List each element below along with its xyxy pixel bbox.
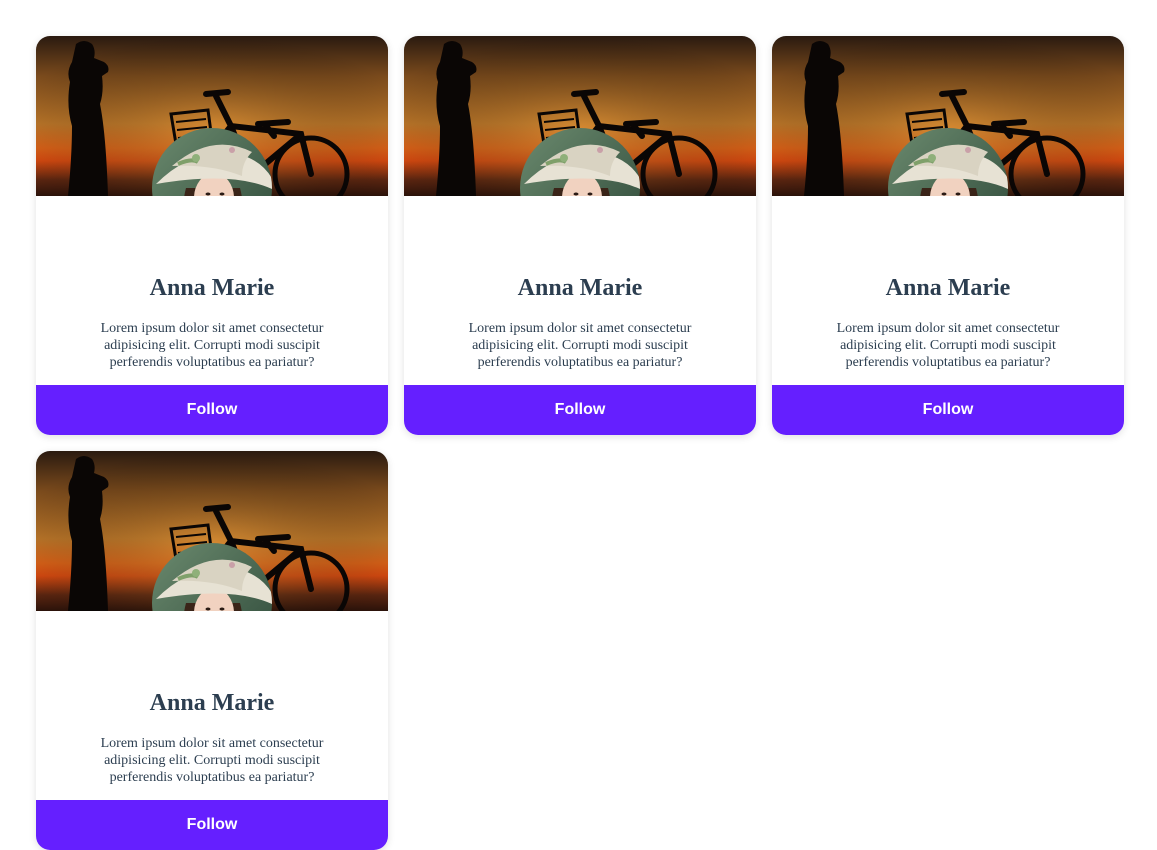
- cover-image: [36, 451, 388, 611]
- profile-card-grid: Anna Marie Lorem ipsum dolor sit amet co…: [36, 36, 1124, 850]
- profile-card: Anna Marie Lorem ipsum dolor sit amet co…: [404, 36, 756, 435]
- profile-card: Anna Marie Lorem ipsum dolor sit amet co…: [36, 451, 388, 850]
- profile-name: Anna Marie: [149, 690, 275, 716]
- profile-name: Anna Marie: [885, 275, 1011, 301]
- follow-button[interactable]: Follow: [36, 800, 388, 850]
- profile-card: Anna Marie Lorem ipsum dolor sit amet co…: [772, 36, 1124, 435]
- profile-description: Lorem ipsum dolor sit amet consectetur a…: [100, 736, 324, 785]
- profile-name: Anna Marie: [149, 275, 275, 301]
- profile-description: Lorem ipsum dolor sit amet consectetur a…: [836, 321, 1060, 370]
- follow-button[interactable]: Follow: [772, 385, 1124, 435]
- follow-button[interactable]: Follow: [36, 385, 388, 435]
- profile-description: Lorem ipsum dolor sit amet consectetur a…: [100, 321, 324, 370]
- follow-button[interactable]: Follow: [404, 385, 756, 435]
- cover-image: [36, 36, 388, 196]
- profile-card: Anna Marie Lorem ipsum dolor sit amet co…: [36, 36, 388, 435]
- cover-image: [404, 36, 756, 196]
- profile-name: Anna Marie: [517, 275, 643, 301]
- cover-image: [772, 36, 1124, 196]
- profile-description: Lorem ipsum dolor sit amet consectetur a…: [468, 321, 692, 370]
